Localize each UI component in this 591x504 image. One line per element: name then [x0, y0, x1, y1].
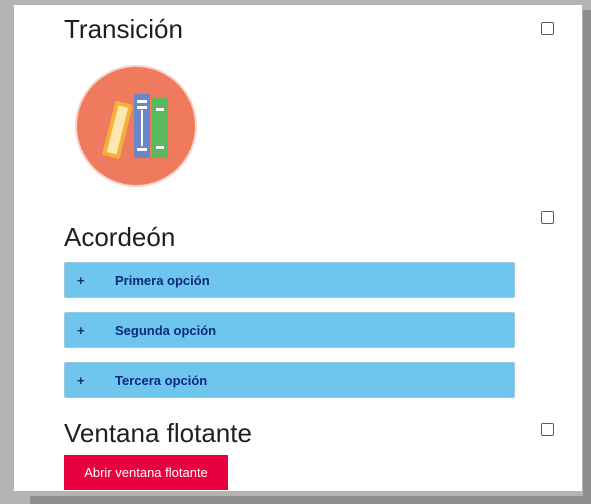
- transition-checkbox[interactable]: [541, 22, 554, 35]
- transition-title: Transición: [64, 14, 183, 44]
- plus-icon: +: [77, 273, 85, 288]
- accordion-item-second[interactable]: + Segunda opción: [64, 312, 515, 348]
- books-logo-icon: [74, 64, 198, 188]
- accordion-item-label: Primera opción: [115, 273, 210, 288]
- accordion-checkbox[interactable]: [541, 211, 554, 224]
- modal-checkbox[interactable]: [541, 423, 554, 436]
- accordion-item-first[interactable]: + Primera opción: [64, 262, 515, 298]
- plus-icon: +: [77, 323, 85, 338]
- accordion-item-label: Segunda opción: [115, 323, 217, 338]
- modal-title: Ventana flotante: [64, 418, 252, 448]
- accordion-item-third[interactable]: + Tercera opción: [64, 362, 515, 398]
- accordion-title: Acordeón: [64, 222, 176, 252]
- accordion-item-label: Tercera opción: [115, 373, 208, 388]
- plus-icon: +: [77, 373, 85, 388]
- open-modal-button[interactable]: Abrir ventana flotante: [64, 455, 228, 490]
- page-shadow-bottom: [30, 496, 591, 504]
- page-shadow-right: [583, 10, 591, 496]
